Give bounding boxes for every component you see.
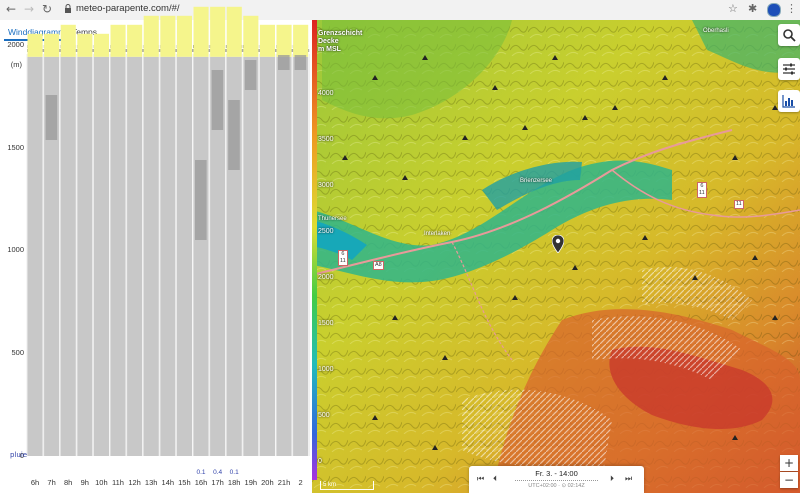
forward-icon[interactable]: →	[22, 2, 36, 16]
forecast-time: Fr. 3. - 14:00	[535, 469, 578, 478]
timezone-label: UTC+02:00 · ⊙ 02:14Z	[528, 483, 585, 489]
hour-label[interactable]: 8h	[60, 478, 76, 487]
road-badge: A8	[373, 261, 384, 270]
map-layer-title: Grenzschicht Decke m MSL	[318, 30, 363, 53]
menu-icon[interactable]: ⋮	[786, 2, 797, 15]
reload-icon[interactable]: ↻	[40, 2, 54, 16]
color-scale-tick: 2000	[318, 274, 334, 281]
hour-label[interactable]: 14h	[160, 478, 176, 487]
map-view[interactable]	[312, 20, 800, 493]
y-axis-tick: 1500	[7, 142, 24, 152]
sliders-icon	[783, 63, 795, 75]
location-pin-icon[interactable]	[552, 235, 564, 253]
rain-label: pluie	[10, 451, 28, 459]
hour-label[interactable]: 20h	[259, 478, 275, 487]
color-scale-tick: 3500	[318, 136, 334, 143]
hour-label[interactable]: 11h	[110, 478, 126, 487]
lake-label[interactable]: Thunersee	[318, 216, 347, 222]
chart-icon	[782, 95, 795, 108]
hour-label[interactable]: 17h	[210, 478, 226, 487]
back-icon[interactable]: ←	[4, 2, 18, 16]
town-label[interactable]: Oberhasli	[703, 28, 729, 34]
zoom-out-button[interactable]: −	[780, 472, 798, 488]
y-axis-tick: 2000	[7, 39, 24, 49]
avatar[interactable]	[767, 3, 781, 17]
hour-label[interactable]: 15h	[176, 478, 192, 487]
hour-label[interactable]: 21h	[276, 478, 292, 487]
hour-label[interactable]: 6h	[27, 478, 43, 487]
last-frame-icon[interactable]: ⏭	[625, 474, 632, 484]
color-scale-tick: 4000	[318, 90, 334, 97]
hour-label[interactable]: 16h	[193, 478, 209, 487]
color-scale-tick: 500	[318, 412, 330, 419]
hour-label[interactable]: 10h	[93, 478, 109, 487]
layer-settings-button[interactable]	[778, 58, 800, 80]
zoom-in-button[interactable]: +	[780, 455, 798, 471]
hour-label[interactable]: 9h	[77, 478, 93, 487]
rain-value: 0.1	[196, 469, 206, 476]
hour-label[interactable]: 13h	[143, 478, 159, 487]
time-slider[interactable]	[515, 479, 598, 482]
hour-label[interactable]: 7h	[44, 478, 60, 487]
rain-value: 0.4	[213, 469, 223, 476]
color-scale-tick: 2500	[318, 228, 334, 235]
terrain-map[interactable]	[312, 20, 800, 493]
town-label[interactable]: Interlaken	[424, 231, 450, 237]
road-badge: 6 11	[697, 182, 707, 198]
hour-label[interactable]: 18h	[226, 478, 242, 487]
extensions-icon[interactable]: ✱	[748, 2, 757, 15]
time-control: ⏮ ⏴ Fr. 3. - 14:00 UTC+02:00 · ⊙ 02:14Z …	[469, 466, 644, 493]
color-scale-tick: 0	[318, 458, 322, 465]
diagram-button[interactable]	[778, 90, 800, 112]
color-scale-bar	[312, 20, 317, 480]
tab-winddiagramm[interactable]: Winddiagramm	[8, 27, 65, 37]
search-icon	[783, 29, 796, 42]
lake-label[interactable]: Brienzersee	[520, 178, 552, 184]
lock-icon	[65, 4, 71, 13]
tab-temps[interactable]: Temps	[72, 27, 97, 37]
wind-diagram-panel: Winddiagramm Temps	[0, 20, 312, 493]
next-frame-icon[interactable]: ⏵	[610, 474, 614, 484]
y-axis-tick: 500	[11, 348, 24, 358]
y-axis-tick: 1000	[7, 245, 24, 255]
hour-label[interactable]: 12h	[127, 478, 143, 487]
color-scale-tick: 3000	[318, 182, 334, 189]
road-badge: 6 11	[338, 250, 348, 266]
color-scale-tick: 1000	[318, 366, 334, 373]
hour-label[interactable]: 19h	[243, 478, 259, 487]
color-scale-tick: 1500	[318, 320, 334, 327]
bookmark-star-icon[interactable]: ☆	[728, 2, 738, 15]
search-button[interactable]	[778, 24, 800, 46]
rain-value: 0.1	[229, 469, 239, 476]
browser-toolbar: ← → ↻ meteo-parapente.com/#/ ☆ ✱ ⋮	[0, 0, 800, 21]
y-axis-unit: (m)	[10, 60, 22, 69]
map-scale: 5 km	[320, 481, 374, 490]
address-bar[interactable]: meteo-parapente.com/#/	[76, 3, 180, 14]
hour-label[interactable]: 2	[293, 478, 309, 487]
road-badge: 11	[734, 200, 744, 209]
